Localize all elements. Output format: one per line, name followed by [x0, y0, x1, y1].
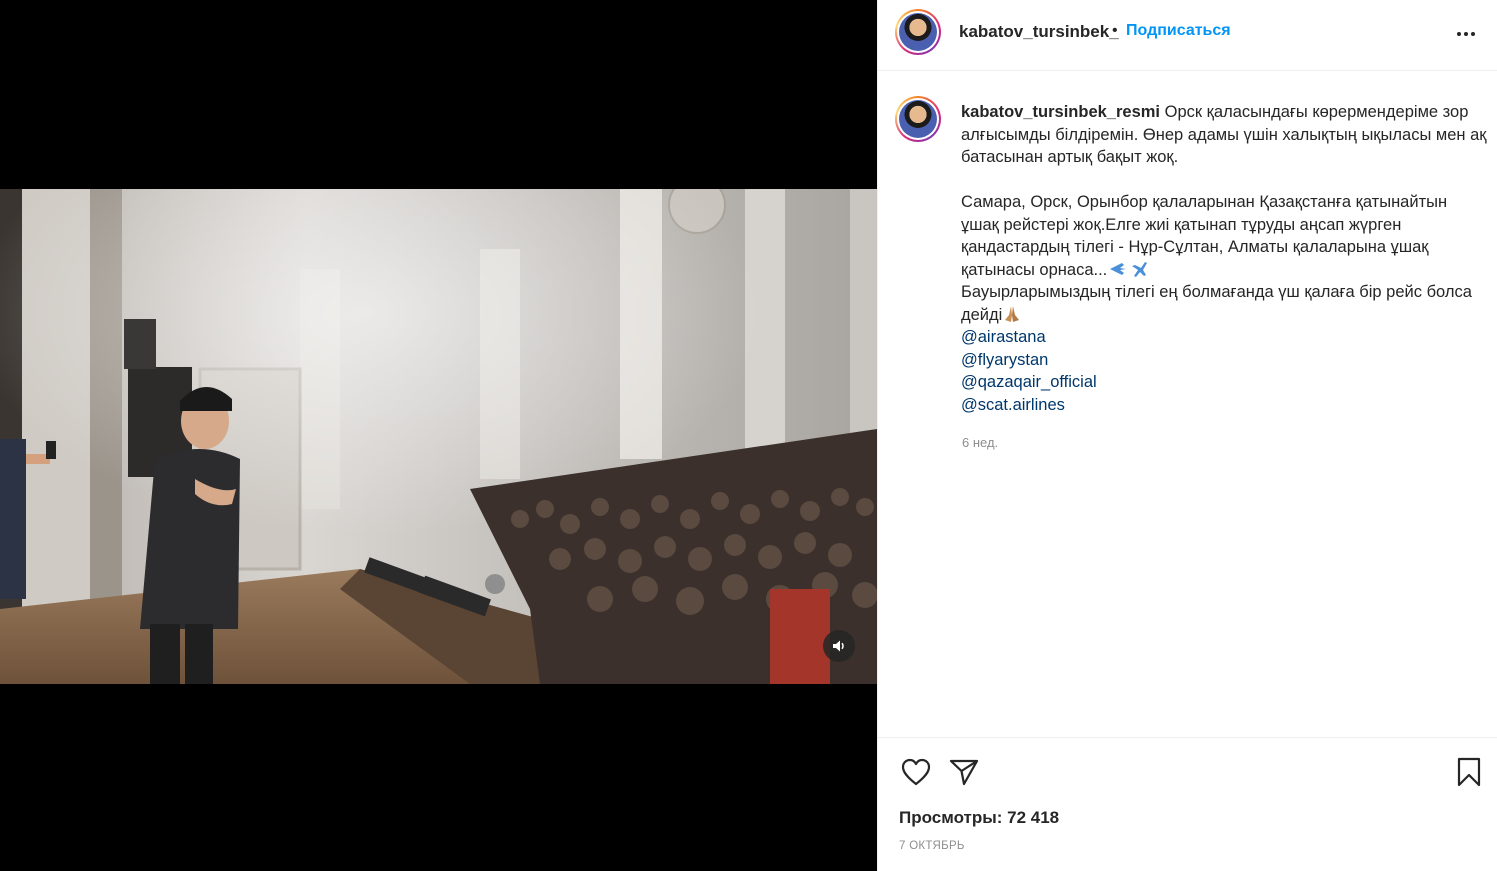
- save-button[interactable]: [1451, 754, 1487, 790]
- author-avatar[interactable]: [895, 9, 941, 55]
- more-options-button[interactable]: [1450, 22, 1482, 46]
- mention-link[interactable]: @flyarystan: [961, 349, 1487, 372]
- post-actions-footer: Просмотры: 72 418 7 октябрь: [878, 737, 1497, 871]
- like-button[interactable]: [898, 754, 934, 790]
- airplane-emoji: [1110, 261, 1148, 277]
- share-button[interactable]: [946, 754, 982, 790]
- header-separator: •: [1112, 22, 1118, 39]
- caption-timestamp[interactable]: 6 нед.: [962, 435, 998, 450]
- mention-link[interactable]: @airastana: [961, 326, 1487, 349]
- mention-link[interactable]: @qazaqair_official: [961, 371, 1487, 394]
- praying-hands-emoji: [1005, 305, 1020, 322]
- paper-plane-icon: [949, 759, 979, 786]
- caption-author-avatar[interactable]: [895, 96, 941, 142]
- post-header: kabatov_tursinbek_ • Подписаться: [878, 0, 1497, 71]
- instagram-post: kabatov_tursinbek_ • Подписаться kabatov…: [0, 0, 1497, 871]
- speaker-icon: [833, 640, 844, 652]
- follow-button[interactable]: Подписаться: [1126, 22, 1231, 40]
- bookmark-icon: [1457, 757, 1481, 787]
- heart-icon: [901, 758, 931, 786]
- sound-toggle-button[interactable]: [823, 630, 855, 662]
- mention-link[interactable]: @scat.airlines: [961, 394, 1487, 417]
- caption-paragraph-3: Бауырларымыздың тілегі ең болмағанда үш …: [961, 283, 1472, 324]
- post-date: 7 октябрь: [899, 840, 965, 852]
- caption-paragraph-2: Самара, Орск, Орынбор қалаларынан Қазақс…: [961, 193, 1448, 279]
- media-panel: [0, 0, 877, 871]
- video-frame-scene: [0, 189, 877, 684]
- view-count[interactable]: Просмотры: 72 418: [899, 808, 1059, 828]
- caption-author-username[interactable]: kabatov_tursinbek_resmi: [961, 103, 1160, 121]
- more-options-icon: [1457, 32, 1475, 36]
- post-side-panel: kabatov_tursinbek_ • Подписаться kabatov…: [877, 0, 1497, 871]
- author-username[interactable]: kabatov_tursinbek_: [959, 22, 1119, 42]
- caption-text: kabatov_tursinbek_resmi Орск қаласындағы…: [961, 101, 1487, 416]
- video-player[interactable]: [0, 189, 877, 684]
